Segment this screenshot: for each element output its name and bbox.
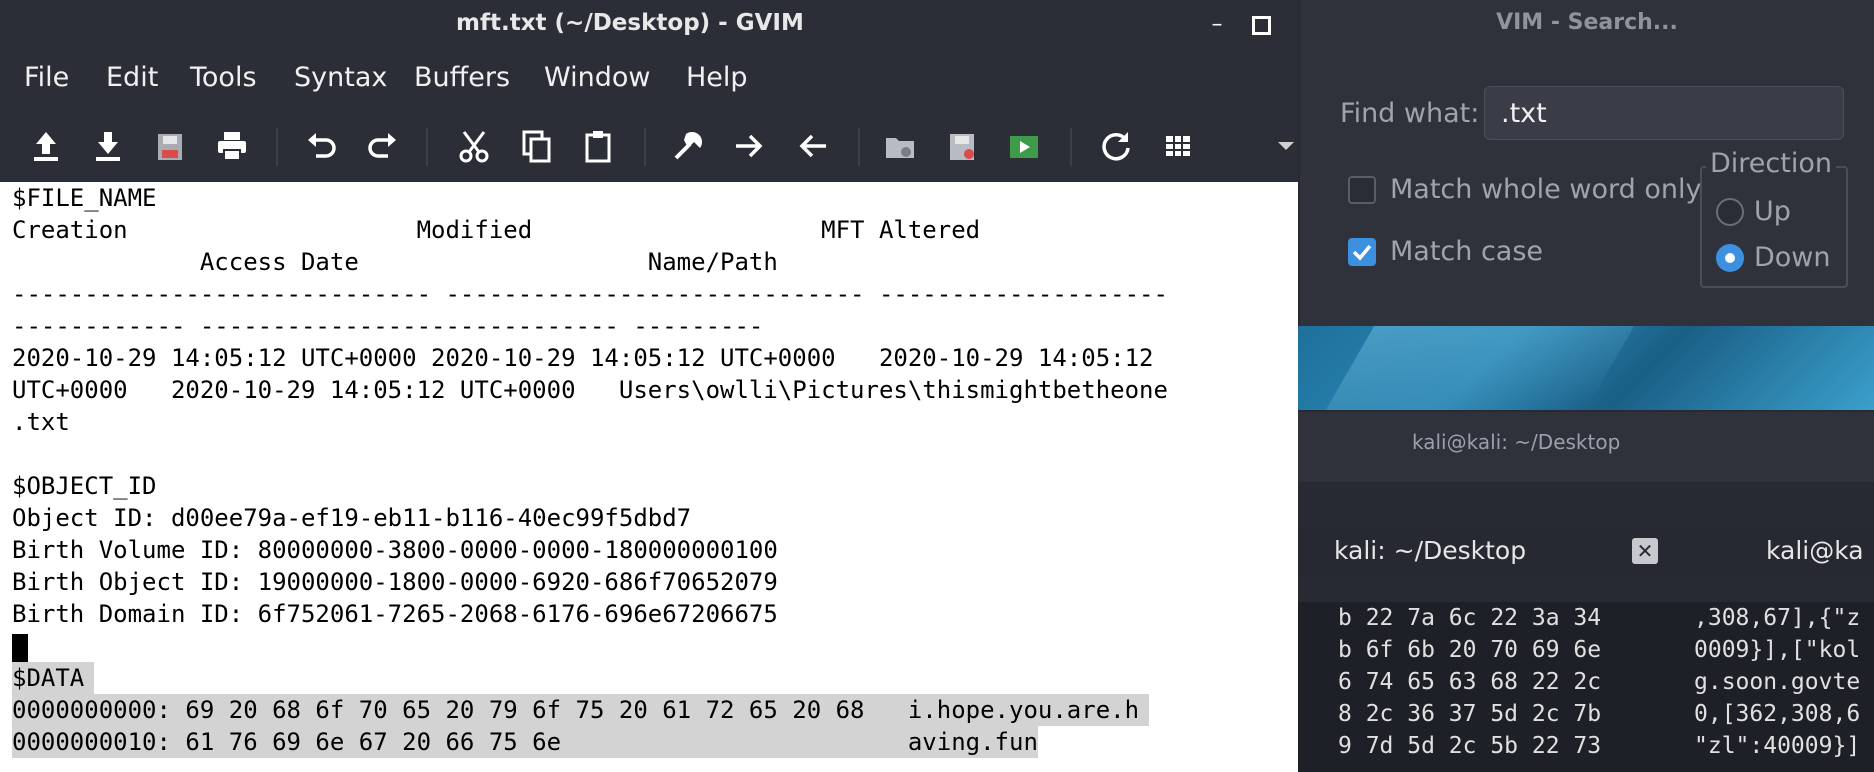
editor-line: Object ID: d00ee79a-ef19-eb11-b116-40ec9… [12,504,692,532]
editor-line-selected: 0000000010: 61 76 69 6e 67 20 66 75 6e a… [12,726,1038,758]
folder-session-icon[interactable] [880,126,920,166]
match-whole-word-label[interactable]: Match whole word only [1390,174,1701,205]
match-whole-word-checkbox[interactable] [1348,176,1376,204]
close-icon[interactable]: ✕ [1632,538,1658,564]
menubar: File Edit Tools Syntax Buffers Window He… [0,56,1298,104]
minimize-icon[interactable]: – [1206,14,1228,36]
terminal-output[interactable]: b 22 7a 6c 22 3a 34 b 6f 6b 20 70 69 6e … [1290,602,1874,772]
checkmark-icon [1352,244,1372,261]
terminal-tabbar: kali: ~/Desktop ✕ kali@ka [1290,528,1874,576]
editor-line: UTC+0000 2020-10-29 14:05:12 UTC+0000 Us… [12,376,1168,404]
editor-line: ------------ ---------------------------… [12,312,764,340]
window-title: mft.txt (~/Desktop) - GVIM [456,10,804,36]
editor-line: Birth Domain ID: 6f752061-7265-2068-6176… [12,600,778,628]
print-icon[interactable] [212,126,252,166]
run-script-icon[interactable] [1004,126,1044,166]
redo-icon[interactable] [362,126,402,166]
save-icon[interactable] [150,126,190,166]
menu-syntax[interactable]: Syntax [294,62,387,93]
arrow-left-icon[interactable] [792,126,832,166]
upload-icon[interactable] [26,126,66,166]
terminal-window-title: kali@kali: ~/Desktop [1412,430,1621,454]
download-icon[interactable] [88,126,128,166]
maximize-icon[interactable] [1250,14,1272,36]
dialog-title[interactable]: VIM - Search... [1300,10,1874,35]
paste-icon[interactable] [578,126,618,166]
gvim-window: mft.txt (~/Desktop) - GVIM – File Edit T… [0,0,1298,772]
toolbar-separator [644,128,646,166]
refresh-icon[interactable] [1096,126,1136,166]
editor-line: Birth Object ID: 19000000-1800-0000-6920… [12,568,778,596]
menu-file[interactable]: File [24,62,69,93]
editor-line-selected: $DATA [12,662,95,694]
terminal-titlebar[interactable]: kali@kali: ~/Desktop [1290,412,1874,482]
toolbar-separator [426,128,428,166]
undo-icon[interactable] [302,126,342,166]
match-case-checkbox[interactable] [1348,238,1376,266]
menu-tools[interactable]: Tools [190,62,257,93]
terminal-tab-1[interactable]: kali: ~/Desktop [1334,536,1526,565]
direction-down-label[interactable]: Down [1754,242,1831,273]
toolbar-separator [858,128,860,166]
direction-up-radio[interactable] [1716,198,1744,226]
editor-line: Creation Modified MFT Altered [12,216,981,244]
direction-up-label[interactable]: Up [1754,196,1791,227]
editor-line: 2020-10-29 14:05:12 UTC+0000 2020-10-29 … [12,344,1154,372]
search-dialog: VIM - Search... Find what: .txt Match wh… [1300,0,1874,326]
menu-buffers[interactable]: Buffers [414,62,510,93]
editor-line: .txt [12,408,70,436]
menu-window[interactable]: Window [544,62,650,93]
text-cursor [12,634,28,664]
direction-label: Direction [1706,148,1836,179]
save-session-icon[interactable] [942,126,982,166]
direction-down-radio[interactable] [1716,244,1744,272]
editor-line: Birth Volume ID: 80000000-3800-0000-0000… [12,536,778,564]
menu-help[interactable]: Help [686,62,748,93]
editor-line: $OBJECT_ID [12,472,157,500]
gvim-titlebar[interactable]: mft.txt (~/Desktop) - GVIM – [0,0,1298,50]
find-replace-icon[interactable] [668,126,708,166]
ascii-column: ,308,67],{"z 0009}],["kol g.soon.govte 0… [1694,605,1861,759]
toolbar-separator [276,128,278,166]
editor-line: Access Date Name/Path [12,248,778,276]
find-input[interactable]: .txt [1484,86,1844,140]
arrow-right-icon[interactable] [730,126,770,166]
terminal-tab-2[interactable]: kali@ka [1766,536,1864,565]
editor-line: $FILE_NAME [12,184,157,212]
editor-line: ----------------------------- ----------… [12,280,1168,308]
copy-icon[interactable] [516,126,556,166]
toolbar [0,118,1298,174]
cut-icon[interactable] [454,126,494,166]
menu-edit[interactable]: Edit [106,62,158,93]
match-case-label[interactable]: Match case [1390,236,1543,267]
hex-column: b 22 7a 6c 22 3a 34 b 6f 6b 20 70 69 6e … [1338,605,1602,759]
toolbar-separator [1070,128,1072,166]
wallpaper-shape [1325,326,1635,410]
editor-line-selected: 0000000000: 69 20 68 6f 70 65 20 79 6f 7… [12,694,1150,726]
text-editor[interactable]: $FILE_NAME Creation Modified MFT Altered… [0,182,1298,772]
find-label: Find what: [1340,98,1480,129]
table-icon[interactable] [1158,126,1198,166]
